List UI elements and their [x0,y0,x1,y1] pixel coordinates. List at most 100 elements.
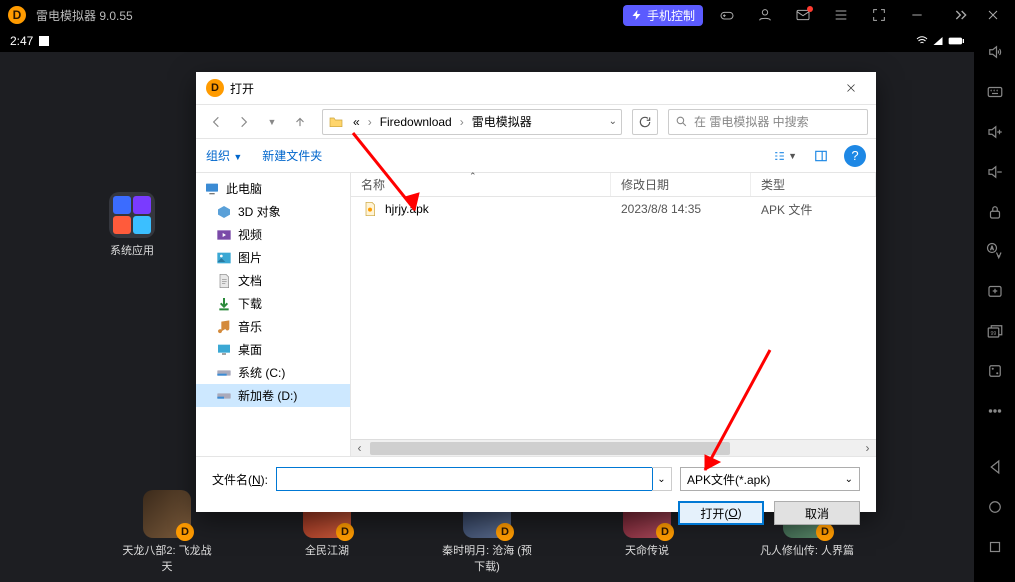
sidebar-item-drive-d[interactable]: 新加卷 (D:) [196,384,350,407]
system-apps-folder[interactable]: 系统应用 [102,192,162,258]
chevron-right-icon: › [460,115,464,129]
video-icon [216,227,232,243]
dialog-nav-bar: ▼ « › Firedownload › 雷电模拟器 ⌄ 在 雷电模拟器 中搜索 [196,104,876,138]
volume-up-icon[interactable] [982,40,1008,64]
search-icon [675,115,688,128]
keyboard-icon[interactable] [982,80,1008,104]
horizontal-scrollbar[interactable]: ‹ › [351,439,876,456]
dialog-close-button[interactable] [836,73,866,103]
side-toolbar: 99 [974,30,1015,582]
sidebar-item-pictures[interactable]: 图片 [196,246,350,269]
close-icon[interactable] [979,1,1007,29]
filename-dropdown[interactable]: ⌄ [652,467,672,491]
filetype-select[interactable]: APK文件(*.apk) ⌄ [680,467,860,491]
cube-icon [216,204,232,220]
file-open-dialog: D 打开 ▼ « › Firedownload › 雷电模拟器 ⌄ 在 雷电模拟… [196,72,876,512]
nav-recent-dropdown[interactable]: ▼ [260,110,284,134]
refresh-button[interactable] [632,109,658,135]
download-icon [216,296,232,312]
view-details-button[interactable]: ▼ [772,145,798,167]
multi-instance-icon[interactable]: 99 [982,319,1008,343]
drive-icon [216,365,232,381]
music-icon [216,319,232,335]
filename-input[interactable] [276,467,653,491]
apk-file-icon [361,200,379,218]
file-date: 2023/8/8 14:35 [611,202,751,216]
sidebar-item-music[interactable]: 音乐 [196,315,350,338]
account-icon[interactable] [751,1,779,29]
sidebar-item-drive-c[interactable]: 系统 (C:) [196,361,350,384]
minimize-icon[interactable] [903,1,931,29]
scrollbar-thumb[interactable] [370,442,730,455]
volume-minus-icon[interactable] [982,160,1008,184]
back-icon[interactable] [982,455,1008,479]
app-title: 雷电模拟器 9.0.55 [36,7,133,24]
scroll-left-icon[interactable]: ‹ [351,440,368,457]
search-input[interactable]: 在 雷电模拟器 中搜索 [668,109,868,135]
nav-forward-button[interactable] [232,110,256,134]
column-date[interactable]: 修改日期 [611,173,751,196]
chevron-down-icon: ⌄ [845,474,853,485]
chevron-right-icon: › [368,115,372,129]
file-type: APK 文件 [751,201,822,218]
column-name[interactable]: 名称 [351,173,611,196]
sidebar-item-desktop[interactable]: 桌面 [196,338,350,361]
pc-icon [204,181,220,197]
battery-icon [948,36,964,46]
lock-icon[interactable] [982,200,1008,224]
app-logo-icon: D [8,6,26,24]
scroll-right-icon[interactable]: › [859,440,876,457]
volume-plus-icon[interactable] [982,120,1008,144]
new-folder-button[interactable]: 新建文件夹 [262,147,322,164]
column-type[interactable]: 类型 [751,173,876,196]
system-apps-label: 系统应用 [102,242,162,258]
sidebar-item-videos[interactable]: 视频 [196,223,350,246]
breadcrumb-dropdown[interactable]: ⌄ [609,116,617,127]
wifi-icon [916,35,928,47]
help-button[interactable]: ? [844,145,866,167]
screenshot-icon[interactable] [982,279,1008,303]
file-list-area[interactable]: ⌃ 名称 修改日期 类型 hjrjy.apk 2023/8/8 14:35 AP… [351,173,876,456]
collapse-sidebar-icon[interactable] [948,0,974,30]
breadcrumb-seg-2[interactable]: 雷电模拟器 [468,110,536,134]
dialog-logo-icon: D [206,79,224,97]
dialog-title: 打开 [230,80,254,97]
preview-pane-button[interactable] [808,145,834,167]
translate-icon[interactable] [982,239,1008,263]
titlebar: D 雷电模拟器 9.0.55 手机控制 [0,0,1015,30]
nav-up-button[interactable] [288,110,312,134]
recent-icon[interactable] [982,535,1008,559]
more-icon[interactable] [982,399,1008,423]
breadcrumb[interactable]: « › Firedownload › 雷电模拟器 ⌄ [322,109,622,135]
dialog-bottom-panel: 文件名(N): ⌄ APK文件(*.apk) ⌄ 打开(O) 取消 [196,456,876,535]
breadcrumb-seg-1[interactable]: Firedownload [376,110,456,134]
file-list-headers[interactable]: ⌃ 名称 修改日期 类型 [351,173,876,197]
sidebar-item-documents[interactable]: 文档 [196,269,350,292]
mail-icon[interactable] [789,1,817,29]
sidebar-item-3d[interactable]: 3D 对象 [196,200,350,223]
status-indicator-icon [39,36,49,46]
file-row[interactable]: hjrjy.apk 2023/8/8 14:35 APK 文件 [351,197,876,221]
image-icon [216,250,232,266]
breadcrumb-seg-ellipsis[interactable]: « [349,110,364,134]
open-button[interactable]: 打开(O) [678,501,764,525]
dialog-titlebar: D 打开 [196,72,876,104]
organize-button[interactable]: 组织 ▼ [206,147,242,164]
dialog-sidebar[interactable]: 此电脑 3D 对象 视频 图片 文档 下载 音乐 桌面 系统 (C:) 新加卷 … [196,173,351,456]
sync-icon[interactable] [982,359,1008,383]
menu-icon[interactable] [827,1,855,29]
fullscreen-icon[interactable] [865,1,893,29]
document-icon [216,273,232,289]
status-time: 2:47 [10,34,33,48]
sidebar-item-thispc[interactable]: 此电脑 [196,177,350,200]
cancel-button[interactable]: 取消 [774,501,860,525]
gamepad-icon[interactable] [713,1,741,29]
home-icon[interactable] [982,495,1008,519]
sidebar-item-downloads[interactable]: 下载 [196,292,350,315]
phone-control-button[interactable]: 手机控制 [623,5,703,26]
svg-text:99: 99 [990,331,996,337]
nav-back-button[interactable] [204,110,228,134]
android-status-bar: 2:47 [0,30,974,52]
signal-icon [932,35,944,47]
folder-icon [327,113,345,131]
